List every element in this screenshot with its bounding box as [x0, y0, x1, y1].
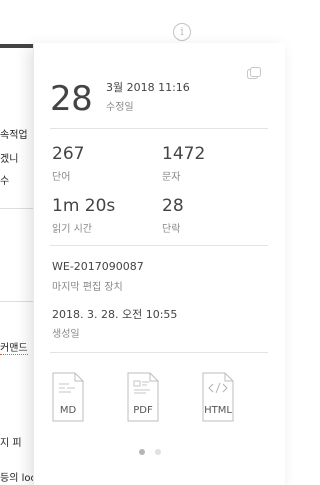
- divider: [50, 245, 268, 246]
- document-statistics-panel: 28 3월 2018 11:16 수정일 267 단어 1472 문자 1m 2…: [33, 43, 285, 485]
- document-text-fragment: 지 피: [0, 438, 22, 449]
- info-icon[interactable]: i: [173, 23, 191, 41]
- divider: [0, 208, 33, 209]
- last-edit-device-value: WE-2017090087: [52, 260, 144, 273]
- modified-datetime: 3월 2018 11:16: [106, 81, 190, 94]
- export-md-button[interactable]: MD: [52, 372, 84, 422]
- word-count-value: 267: [52, 144, 85, 164]
- divider: [50, 352, 268, 353]
- divider: [50, 128, 268, 129]
- last-edit-device-label: 마지막 편집 장치: [52, 282, 123, 293]
- created-date-label: 생성일: [52, 329, 80, 340]
- export-html-button[interactable]: HTML: [202, 372, 234, 422]
- export-html-label: HTML: [204, 405, 232, 416]
- document-text-fragment: 속적업: [0, 130, 28, 141]
- paragraph-count-value: 28: [162, 196, 184, 216]
- document-text-fragment: 수: [0, 176, 10, 187]
- created-date-value: 2018. 3. 28. 오전 10:55: [52, 308, 178, 321]
- export-pdf-button[interactable]: PDF: [127, 372, 159, 422]
- page-indicator-dot-active[interactable]: [139, 449, 145, 455]
- reading-time-label: 읽기 시간: [52, 224, 92, 235]
- character-count-label: 문자: [162, 172, 181, 183]
- page-indicator-dot[interactable]: [155, 449, 161, 455]
- document-text-fragment: 겠니: [0, 154, 19, 165]
- divider: [0, 301, 33, 302]
- sidebar-edge: [0, 44, 33, 48]
- reading-time-value: 1m 20s: [52, 196, 116, 216]
- character-count-value: 1472: [162, 144, 206, 164]
- paragraph-count-label: 단락: [162, 224, 181, 235]
- document-text-fragment: 커맨드: [0, 339, 28, 355]
- export-md-label: MD: [59, 405, 77, 416]
- copy-icon[interactable]: [247, 67, 261, 79]
- word-count-label: 단어: [52, 172, 71, 183]
- background-toolbar: i: [0, 0, 213, 42]
- modified-day: 28: [50, 79, 93, 119]
- modified-label: 수정일: [106, 102, 134, 113]
- export-pdf-label: PDF: [133, 405, 153, 416]
